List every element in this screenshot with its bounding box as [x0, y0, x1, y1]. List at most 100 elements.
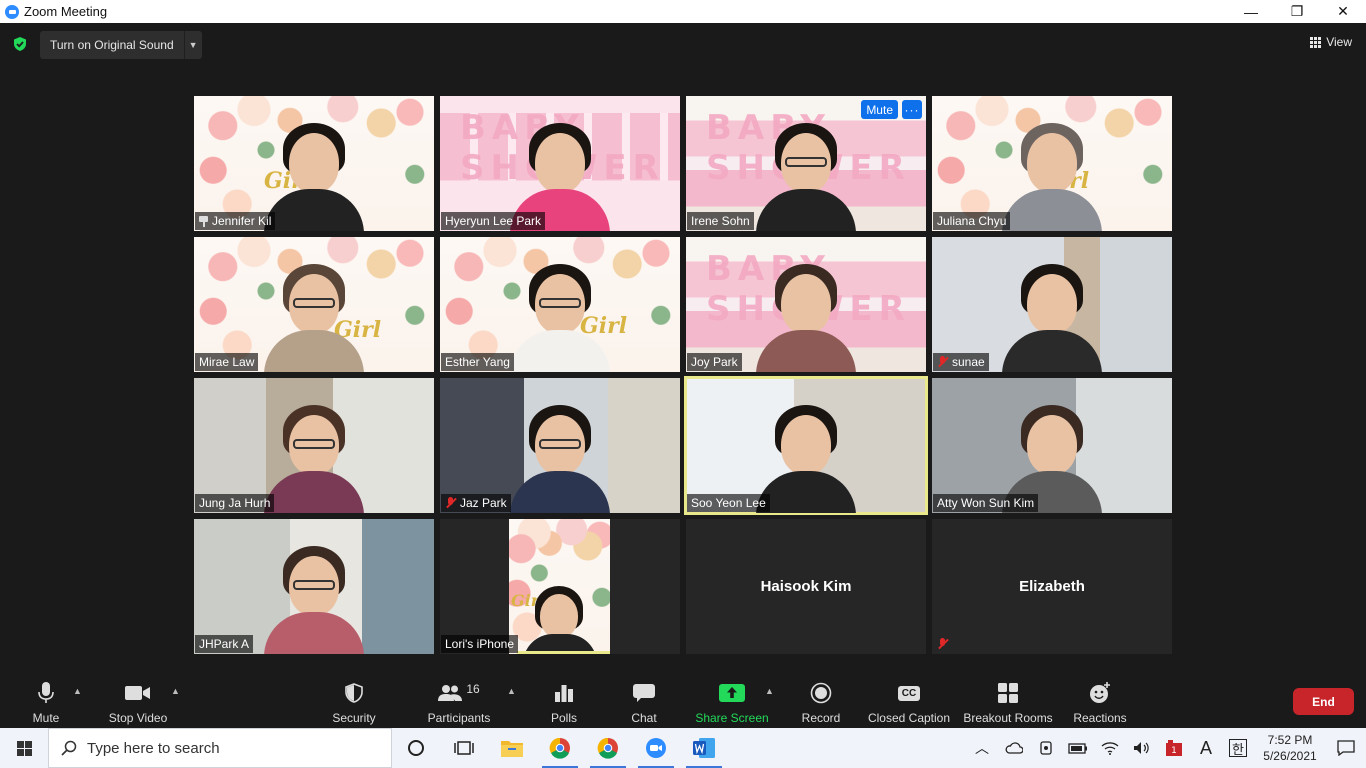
polls-label: Polls: [550, 711, 577, 725]
ime-hangul-indicator[interactable]: 한: [1229, 739, 1247, 757]
video-tile[interactable]: Girl Lori's iPhone: [440, 519, 680, 654]
video-tile[interactable]: Atty Won Sun Kim: [932, 378, 1172, 513]
participant-video: [997, 252, 1107, 372]
view-label: View: [1326, 35, 1352, 49]
video-tile-video-off[interactable]: Haisook Kim: [686, 519, 926, 654]
record-icon: [810, 681, 832, 705]
video-tile-video-off[interactable]: Elizabeth: [932, 519, 1172, 654]
participant-name-center: Haisook Kim: [760, 578, 852, 595]
share-screen-label: Share Screen: [695, 711, 769, 725]
participant-name-label: Lori's iPhone: [441, 635, 518, 653]
original-sound-dropdown-chevron-icon[interactable]: ▼: [183, 31, 202, 59]
meet-now-icon[interactable]: [1030, 728, 1062, 768]
closed-caption-badge: CC: [897, 685, 921, 701]
participant-name: Jennifer Kil: [212, 214, 272, 228]
word-icon: [693, 738, 715, 758]
participant-name: Irene Sohn: [691, 214, 750, 228]
video-tile[interactable]: Girl Jennifer Kil: [194, 96, 434, 231]
volume-icon[interactable]: [1126, 728, 1158, 768]
action-center-icon[interactable]: [1326, 728, 1366, 768]
participant-video: [505, 393, 615, 513]
tile-mute-button[interactable]: Mute: [861, 100, 898, 119]
onedrive-cloud-icon[interactable]: [998, 728, 1030, 768]
notification-app-icon[interactable]: 1: [1158, 728, 1190, 768]
chrome-icon: [597, 737, 618, 759]
participant-name: sunae: [952, 355, 985, 369]
start-button[interactable]: [0, 728, 48, 768]
word-app[interactable]: [680, 728, 728, 768]
video-options-chevron-icon[interactable]: ▲: [171, 686, 180, 696]
video-tile[interactable]: sunae: [932, 237, 1172, 372]
microphone-icon: [38, 681, 54, 705]
participant-video: [259, 111, 369, 231]
chrome-app-profile-2[interactable]: [584, 728, 632, 768]
security-shield-icon: [345, 681, 363, 705]
restore-button[interactable]: ❐: [1274, 0, 1320, 23]
video-tile[interactable]: BABY SHOWER Joy Park: [686, 237, 926, 372]
closed-caption-button[interactable]: CC Closed Caption: [868, 681, 950, 726]
taskbar-clock[interactable]: 7:52 PM 5/26/2021: [1254, 732, 1326, 764]
participants-count: 16: [466, 682, 480, 696]
windows-logo-icon: [16, 740, 32, 756]
chrome-icon: [549, 737, 570, 759]
original-sound-button[interactable]: Turn on Original Sound: [40, 31, 184, 59]
breakout-rooms-button[interactable]: Breakout Rooms: [963, 681, 1053, 726]
participant-name-label: Esther Yang: [441, 353, 514, 371]
mute-button[interactable]: Mute: [30, 681, 62, 726]
video-tile[interactable]: Girl Mirae Law: [194, 237, 434, 372]
video-tile[interactable]: BABY SHOWER Hyeryun Lee Park: [440, 96, 680, 231]
video-tile[interactable]: BABY SHOWER Mute ··· Irene Sohn: [686, 96, 926, 231]
polls-bar-chart-icon: [554, 681, 574, 705]
participants-icon: 16: [438, 681, 480, 705]
minimize-button[interactable]: —: [1228, 0, 1274, 23]
close-button[interactable]: ✕: [1320, 0, 1366, 23]
reactions-button[interactable]: Reactions: [1073, 681, 1127, 726]
participants-button[interactable]: 16 Participants: [427, 681, 491, 726]
video-tile[interactable]: Jung Ja Hurh: [194, 378, 434, 513]
wifi-icon[interactable]: [1094, 728, 1126, 768]
window-controls: — ❐ ✕: [1228, 0, 1366, 23]
system-tray: ︿ 1 A 한 7:52 PM 5/26/2021: [966, 728, 1366, 768]
stop-video-label: Stop Video: [108, 711, 168, 725]
task-view-button[interactable]: [440, 728, 488, 768]
chat-label: Chat: [631, 711, 657, 725]
cortana-button[interactable]: [392, 728, 440, 768]
svg-text:1: 1: [1171, 746, 1177, 756]
record-label: Record: [801, 711, 841, 725]
zoom-app[interactable]: [632, 728, 680, 768]
video-tile-active-speaker[interactable]: Soo Yeon Lee: [684, 376, 928, 515]
share-screen-button[interactable]: Share Screen: [695, 681, 769, 726]
ime-mode-indicator[interactable]: A: [1190, 728, 1222, 768]
video-tile[interactable]: Girl Esther Yang: [440, 237, 680, 372]
participant-name-center: Elizabeth: [1019, 578, 1085, 595]
show-hidden-icons-chevron-icon[interactable]: ︿: [966, 728, 998, 768]
title-bar: Zoom Meeting — ❐ ✕: [0, 0, 1366, 23]
chat-button[interactable]: Chat: [630, 681, 658, 726]
taskbar-search-box[interactable]: Type here to search: [48, 728, 392, 768]
audio-options-chevron-icon[interactable]: ▲: [73, 686, 82, 696]
file-explorer-app[interactable]: [488, 728, 536, 768]
video-tile[interactable]: Girl Juliana Chyu: [932, 96, 1172, 231]
participant-name-label: Mirae Law: [195, 353, 259, 371]
participant-name-label: Soo Yeon Lee: [687, 494, 770, 512]
participant-video: [515, 534, 605, 654]
chrome-app-profile-1[interactable]: [536, 728, 584, 768]
original-sound-control: Turn on Original Sound ▼: [40, 31, 202, 59]
task-view-icon: [454, 741, 474, 755]
share-options-chevron-icon[interactable]: ▲: [765, 686, 774, 696]
participants-label: Participants: [427, 711, 491, 725]
participants-options-chevron-icon[interactable]: ▲: [507, 686, 516, 696]
video-tile[interactable]: JHPark A: [194, 519, 434, 654]
record-button[interactable]: Record: [801, 681, 841, 726]
battery-icon[interactable]: [1062, 728, 1094, 768]
video-tile[interactable]: Jaz Park: [440, 378, 680, 513]
breakout-rooms-grid-icon: [998, 681, 1018, 705]
end-meeting-button[interactable]: End: [1293, 688, 1354, 715]
tile-more-options-icon[interactable]: ···: [902, 100, 922, 119]
polls-button[interactable]: Polls: [549, 681, 579, 726]
security-button[interactable]: Security: [331, 681, 377, 726]
encryption-shield-icon[interactable]: [12, 36, 28, 52]
stop-video-button[interactable]: Stop Video: [108, 681, 168, 726]
view-button[interactable]: View: [1310, 35, 1352, 49]
breakout-rooms-label: Breakout Rooms: [963, 711, 1053, 725]
